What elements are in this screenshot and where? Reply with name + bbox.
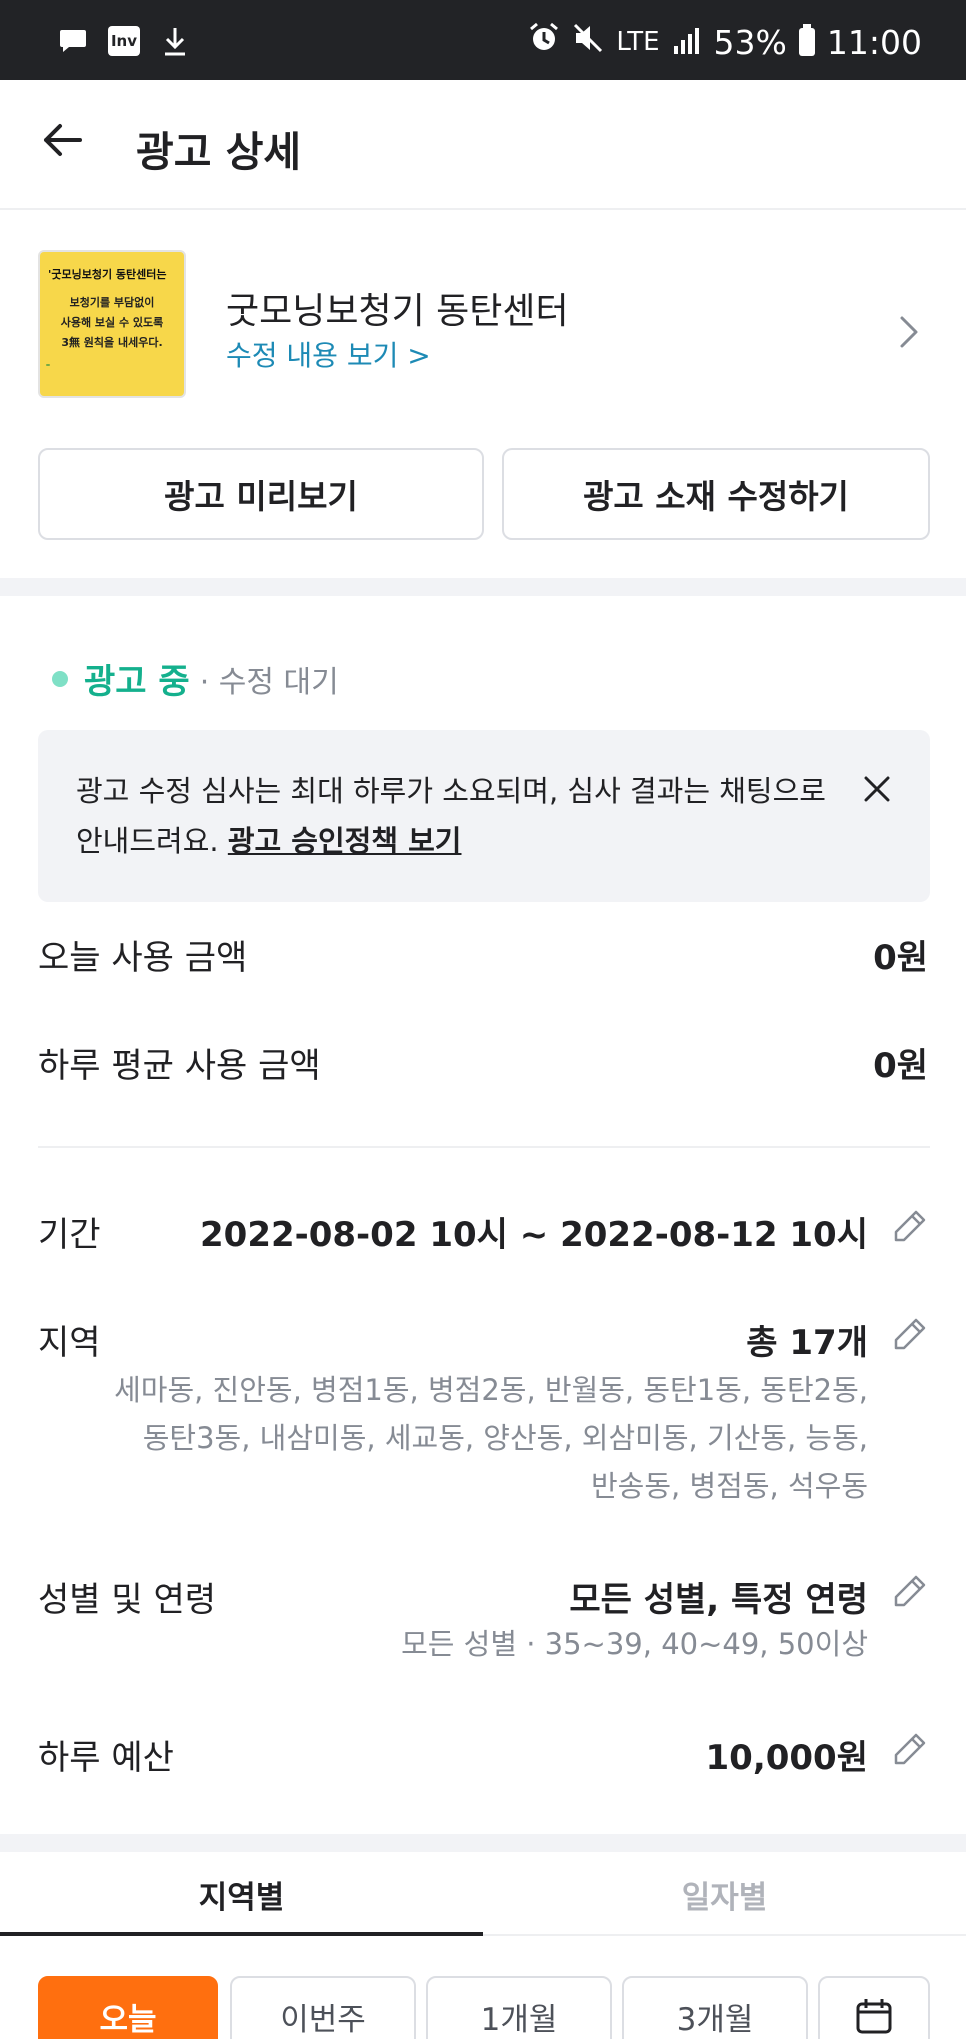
section-divider bbox=[0, 578, 966, 596]
edit-pencil-icon[interactable] bbox=[892, 1573, 928, 1609]
download-icon bbox=[160, 26, 190, 56]
back-arrow-icon[interactable] bbox=[38, 116, 86, 164]
section-divider bbox=[0, 1834, 966, 1852]
chip-1-month[interactable]: 1개월 bbox=[426, 1976, 612, 2039]
ad-status: 광고 중 · 수정 대기 bbox=[52, 654, 339, 703]
status-sub: · 수정 대기 bbox=[199, 664, 339, 700]
period-label: 기간 bbox=[38, 1215, 101, 1255]
app-header: 광고 상세 bbox=[0, 80, 966, 210]
avg-spend-label: 하루 평균 사용 금액 bbox=[38, 1046, 321, 1086]
battery-percent: 53% bbox=[713, 22, 787, 62]
chip-3-months[interactable]: 3개월 bbox=[622, 1976, 808, 2039]
close-icon[interactable] bbox=[862, 774, 892, 804]
edit-pencil-icon[interactable] bbox=[892, 1208, 928, 1244]
ad-name: 굿모닝보청기 동탄센터 bbox=[226, 291, 569, 332]
view-edit-link[interactable]: 수정 내용 보기 > bbox=[226, 334, 431, 374]
gender-age-detail: 모든 성별 · 35~39, 40~49, 50이상 bbox=[401, 1627, 868, 1661]
status-dot bbox=[52, 670, 68, 687]
ad-preview-button[interactable]: 광고 미리보기 bbox=[38, 448, 484, 540]
review-notice: 광고 수정 심사는 최대 하루가 소요되며, 심사 결과는 채팅으로 안내드려요… bbox=[38, 730, 930, 902]
signal-icon bbox=[672, 23, 702, 62]
alarm-icon bbox=[528, 22, 560, 62]
today-spend-value: 0원 bbox=[873, 938, 928, 978]
inv-app-icon: Inv bbox=[108, 26, 140, 56]
region-list-line: 반송동, 병점동, 석우동 bbox=[591, 1469, 868, 1503]
active-tab-indicator bbox=[0, 1932, 483, 1936]
approval-policy-link[interactable]: 광고 승인정책 보기 bbox=[228, 824, 462, 858]
avg-spend-value: 0원 bbox=[873, 1046, 928, 1086]
thumb-line: 보청기를 부담없이 bbox=[69, 296, 155, 309]
edit-pencil-icon[interactable] bbox=[892, 1316, 928, 1352]
today-spend-label: 오늘 사용 금액 bbox=[38, 938, 248, 978]
chip-today[interactable]: 오늘 bbox=[38, 1976, 218, 2039]
battery-icon bbox=[798, 24, 815, 56]
period-value: 2022-08-02 10시 ~ 2022-08-12 10시 bbox=[200, 1215, 868, 1255]
daily-budget-label: 하루 예산 bbox=[38, 1738, 174, 1778]
clock: 11:00 bbox=[826, 22, 922, 62]
status-main: 광고 중 bbox=[84, 662, 190, 702]
message-icon bbox=[58, 26, 88, 56]
thumb-badges bbox=[46, 364, 50, 366]
daily-budget-value: 10,000원 bbox=[705, 1738, 868, 1778]
gender-age-value: 모든 성별, 특정 연령 bbox=[569, 1580, 868, 1620]
gender-age-label: 성별 및 연령 bbox=[38, 1580, 217, 1620]
status-bar: Inv LTE 53% 11:00 bbox=[0, 0, 966, 80]
edit-pencil-icon[interactable] bbox=[892, 1731, 928, 1767]
calendar-button[interactable] bbox=[818, 1976, 930, 2039]
tab-by-region[interactable]: 지역별 bbox=[0, 1852, 483, 1936]
region-list-line: 동탄3동, 내삼미동, 세교동, 양산동, 외삼미동, 기산동, 능동, bbox=[142, 1421, 868, 1455]
ad-thumbnail[interactable]: '굿모닝보청기 동탄센터는 보청기를 부담없이 사용해 보실 수 있도록 3無 … bbox=[38, 250, 186, 398]
region-count: 총 17개 bbox=[746, 1323, 868, 1363]
region-label: 지역 bbox=[38, 1323, 101, 1363]
ad-edit-button[interactable]: 광고 소재 수정하기 bbox=[502, 448, 930, 540]
chip-this-week[interactable]: 이번주 bbox=[230, 1976, 416, 2039]
lte-label: LTE bbox=[616, 27, 660, 57]
chevron-right-icon[interactable] bbox=[898, 312, 922, 352]
mute-icon bbox=[572, 22, 604, 62]
thumb-headline: '굿모닝보청기 동탄센터는 bbox=[48, 268, 167, 281]
notice-text: 광고 수정 심사는 최대 하루가 소요되며, 심사 결과는 채팅으로 안내드려요… bbox=[76, 766, 856, 866]
thumb-line: 3無 원칙을 내세우다. bbox=[61, 336, 163, 349]
divider bbox=[38, 1146, 930, 1148]
region-list-line: 세마동, 진안동, 병점1동, 병점2동, 반월동, 동탄1동, 동탄2동, bbox=[114, 1373, 868, 1407]
tab-by-date[interactable]: 일자별 bbox=[483, 1852, 966, 1936]
thumb-line: 사용해 보실 수 있도록 bbox=[60, 316, 164, 329]
calendar-icon bbox=[856, 1999, 892, 2034]
page-title: 광고 상세 bbox=[136, 128, 302, 176]
